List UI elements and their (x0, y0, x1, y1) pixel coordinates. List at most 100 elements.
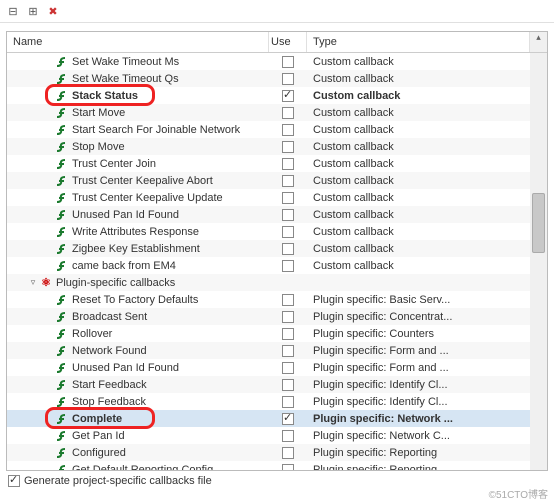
row-label: Reset To Factory Defaults (72, 294, 198, 306)
row-type: Custom callback (307, 158, 529, 170)
expand-all-button[interactable]: ⊞ (24, 2, 42, 20)
function-icon (55, 259, 69, 273)
column-header-name[interactable]: Name (7, 32, 269, 52)
use-checkbox[interactable] (282, 158, 294, 170)
row-type: Custom callback (307, 175, 529, 187)
use-checkbox[interactable] (282, 396, 294, 408)
function-icon (55, 208, 69, 222)
use-checkbox[interactable] (282, 379, 294, 391)
generate-callbacks-label: Generate project-specific callbacks file (24, 475, 212, 487)
toolbar: ⊟ ⊞ ✖ (0, 0, 554, 23)
function-icon (55, 463, 69, 471)
remove-button[interactable]: ✖ (44, 2, 62, 20)
use-checkbox[interactable] (282, 141, 294, 153)
row-type: Custom callback (307, 124, 529, 136)
generate-callbacks-checkbox[interactable]: Generate project-specific callbacks file (0, 471, 554, 491)
use-checkbox[interactable] (282, 192, 294, 204)
function-icon (55, 412, 69, 426)
row-type: Plugin specific: Reporting (307, 447, 529, 459)
row-label: Complete (72, 413, 122, 425)
table-row[interactable]: Stop FeedbackPlugin specific: Identify C… (7, 393, 547, 410)
table-row[interactable]: Set Wake Timeout QsCustom callback (7, 70, 547, 87)
table-row[interactable]: ▿⚛Plugin-specific callbacks (7, 274, 547, 291)
table-row[interactable]: Trust Center Keepalive UpdateCustom call… (7, 189, 547, 206)
use-checkbox[interactable] (282, 413, 294, 425)
row-type: Custom callback (307, 243, 529, 255)
row-label: Trust Center Keepalive Abort (72, 175, 213, 187)
table-row[interactable]: Start Search For Joinable NetworkCustom … (7, 121, 547, 138)
use-checkbox[interactable] (282, 260, 294, 272)
scrollbar-thumb[interactable] (532, 193, 545, 253)
table-row[interactable]: Stop MoveCustom callback (7, 138, 547, 155)
use-checkbox[interactable] (282, 175, 294, 187)
function-icon (55, 395, 69, 409)
use-checkbox[interactable] (282, 328, 294, 340)
row-label: Configured (72, 447, 126, 459)
column-header-type[interactable]: Type (307, 32, 529, 52)
row-label: Set Wake Timeout Ms (72, 56, 179, 68)
row-type: Custom callback (307, 90, 529, 102)
table-row[interactable]: Get Pan IdPlugin specific: Network C... (7, 427, 547, 444)
use-checkbox[interactable] (282, 209, 294, 221)
table-row[interactable]: Reset To Factory DefaultsPlugin specific… (7, 291, 547, 308)
row-label: Zigbee Key Establishment (72, 243, 200, 255)
table-row[interactable]: came back from EM4Custom callback (7, 257, 547, 274)
checkbox-icon (8, 475, 20, 487)
row-type: Custom callback (307, 56, 529, 68)
row-type: Plugin specific: Counters (307, 328, 529, 340)
table-row[interactable]: Trust Center Join Custom callback (7, 155, 547, 172)
function-icon (55, 293, 69, 307)
function-icon (55, 55, 69, 69)
row-type: Custom callback (307, 209, 529, 221)
table-row[interactable]: Complete Plugin specific: Network ... (7, 410, 547, 427)
use-checkbox[interactable] (282, 124, 294, 136)
function-icon (55, 242, 69, 256)
use-checkbox[interactable] (282, 56, 294, 68)
use-checkbox[interactable] (282, 294, 294, 306)
use-checkbox[interactable] (282, 345, 294, 357)
table-row[interactable]: Rollover Plugin specific: Counters (7, 325, 547, 342)
function-icon (55, 106, 69, 120)
use-checkbox[interactable] (282, 362, 294, 374)
table-row[interactable]: Network FoundPlugin specific: Form and .… (7, 342, 547, 359)
table-row[interactable]: Unused Pan Id Found Custom callback (7, 206, 547, 223)
use-checkbox[interactable] (282, 90, 294, 102)
row-type: Plugin specific: Identify Cl... (307, 396, 529, 408)
table-row[interactable]: Set Wake Timeout Ms Custom callback (7, 53, 547, 70)
use-checkbox[interactable] (282, 464, 294, 471)
row-label: came back from EM4 (72, 260, 176, 272)
expand-twisty-icon[interactable]: ▿ (27, 277, 39, 288)
row-label: Stop Move (72, 141, 125, 153)
collapse-all-button[interactable]: ⊟ (4, 2, 22, 20)
use-checkbox[interactable] (282, 243, 294, 255)
table-row[interactable]: Start FeedbackPlugin specific: Identify … (7, 376, 547, 393)
row-type: Custom callback (307, 192, 529, 204)
table-row[interactable]: Broadcast SentPlugin specific: Concentra… (7, 308, 547, 325)
use-checkbox[interactable] (282, 311, 294, 323)
table-row[interactable]: Write Attributes ResponseCustom callback (7, 223, 547, 240)
table-header: Name Use Type ▴ (7, 32, 547, 53)
use-checkbox[interactable] (282, 73, 294, 85)
function-icon (55, 327, 69, 341)
table-row[interactable]: Stack StatusCustom callback (7, 87, 547, 104)
function-icon (55, 123, 69, 137)
row-label: Trust Center Join (72, 158, 156, 170)
table-row[interactable]: Trust Center Keepalive Abort Custom callb… (7, 172, 547, 189)
table-row[interactable]: Unused Pan Id FoundPlugin specific: Form… (7, 359, 547, 376)
function-icon (55, 140, 69, 154)
use-checkbox[interactable] (282, 226, 294, 238)
row-label: Unused Pan Id Found (72, 209, 179, 221)
row-type: Plugin specific: Network ... (307, 413, 529, 425)
table-row[interactable]: Start MoveCustom callback (7, 104, 547, 121)
row-label: Set Wake Timeout Qs (72, 73, 179, 85)
use-checkbox[interactable] (282, 447, 294, 459)
row-label: Rollover (72, 328, 112, 340)
table-row[interactable]: Zigbee Key Establishment Custom callback (7, 240, 547, 257)
use-checkbox[interactable] (282, 430, 294, 442)
column-header-use[interactable]: Use (269, 32, 307, 52)
row-label: Broadcast Sent (72, 311, 147, 323)
vertical-scrollbar[interactable] (530, 53, 547, 470)
table-row[interactable]: Get Default Reporting ConfigPlugin speci… (7, 461, 547, 470)
table-row[interactable]: Configured Plugin specific: Reporting (7, 444, 547, 461)
use-checkbox[interactable] (282, 107, 294, 119)
